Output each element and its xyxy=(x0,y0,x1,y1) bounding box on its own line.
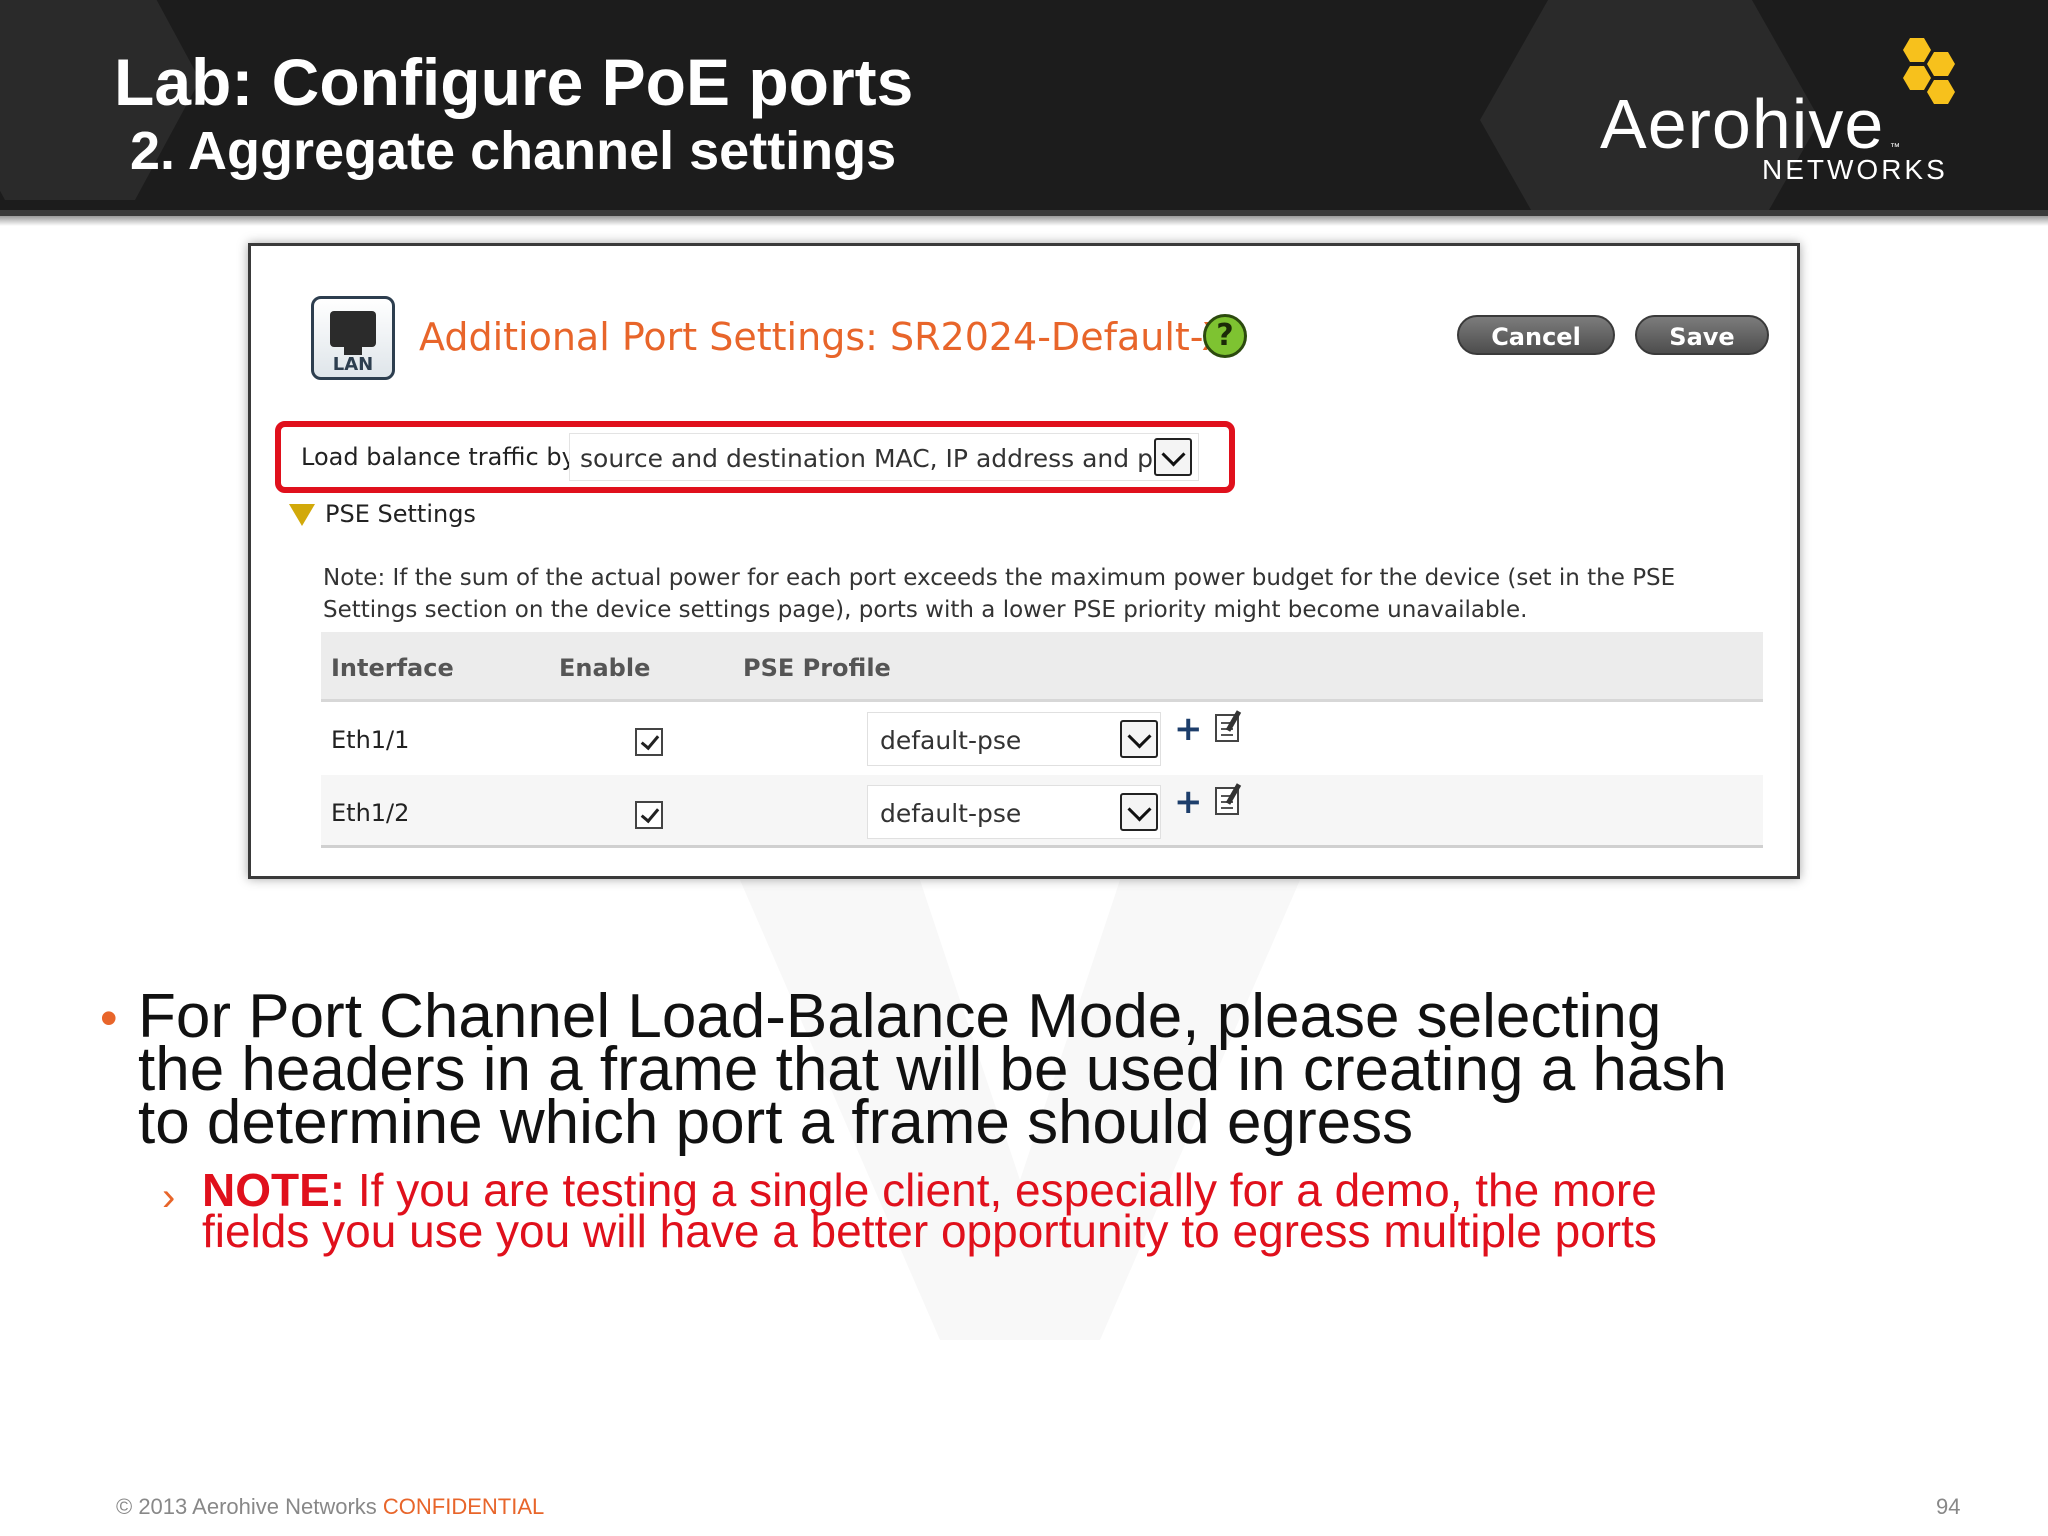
expand-triangle-icon[interactable] xyxy=(289,504,315,526)
aerohive-logo: Aerohive ™ NETWORKS xyxy=(1590,36,2010,196)
pse-table: Interface Enable PSE Profile Eth1/1 defa… xyxy=(321,632,1763,848)
bullet-marker: • xyxy=(100,990,118,1046)
table-header: Interface Enable PSE Profile xyxy=(321,632,1763,702)
load-balance-label: Load balance traffic by xyxy=(301,443,576,471)
column-header-pse-profile: PSE Profile xyxy=(743,654,891,682)
copyright-text: © 2013 Aerohive Networks xyxy=(116,1494,383,1519)
add-icon[interactable]: + xyxy=(1174,785,1203,819)
enable-checkbox[interactable] xyxy=(635,801,663,829)
note-text: If you are testing a single client, espe… xyxy=(202,1164,1657,1257)
pse-profile-select[interactable]: default-pse xyxy=(867,785,1161,839)
enable-checkbox[interactable] xyxy=(635,728,663,756)
help-icon[interactable]: ? xyxy=(1203,314,1247,358)
pse-profile-value: default-pse xyxy=(880,726,1022,755)
table-row: Eth1/1 default-pse + xyxy=(321,702,1763,775)
load-balance-value: source and destination MAC, IP address a… xyxy=(580,444,1153,473)
load-balance-highlight: Load balance traffic by source and desti… xyxy=(275,421,1235,493)
page-heading: Additional Port Settings: SR2024-Default… xyxy=(419,315,1228,359)
edit-icon[interactable] xyxy=(1215,787,1239,815)
edit-icon[interactable] xyxy=(1215,714,1239,742)
pse-profile-select[interactable]: default-pse xyxy=(867,712,1161,766)
chevron-down-icon[interactable] xyxy=(1120,793,1158,831)
column-header-interface: Interface xyxy=(331,654,454,682)
interface-cell: Eth1/2 xyxy=(331,799,410,827)
slide-title: Lab: Configure PoE ports xyxy=(114,45,914,119)
pse-settings-title[interactable]: PSE Settings xyxy=(325,500,476,528)
lan-icon-label: LAN xyxy=(332,354,374,375)
logo-trademark: ™ xyxy=(1890,142,1900,153)
column-header-enable: Enable xyxy=(559,654,651,682)
bullet-text: For Port Channel Load-Balance Mode, plea… xyxy=(138,982,1727,1157)
logo-wordmark: Aerohive xyxy=(1600,85,1885,163)
slide-header: Lab: Configure PoE ports 2. Aggregate ch… xyxy=(0,0,2048,216)
table-row: Eth1/2 default-pse + xyxy=(321,775,1763,848)
interface-cell: Eth1/1 xyxy=(331,726,410,754)
confidential-label: CONFIDENTIAL xyxy=(382,1494,545,1519)
ethernet-jack-icon xyxy=(330,311,376,355)
cancel-button[interactable]: Cancel xyxy=(1457,315,1615,355)
load-balance-select[interactable]: source and destination MAC, IP address a… xyxy=(569,433,1199,481)
honeycomb-logo-icon xyxy=(1903,38,1955,104)
lan-port-icon: LAN xyxy=(311,296,395,380)
save-button[interactable]: Save xyxy=(1635,315,1769,355)
sub-bullet-marker: › xyxy=(162,1175,176,1219)
port-settings-screenshot: LAN Additional Port Settings: SR2024-Def… xyxy=(248,243,1800,879)
chevron-down-icon[interactable] xyxy=(1120,720,1158,758)
pse-note: Note: If the sum of the actual power for… xyxy=(323,565,1676,623)
slide-subtitle: 2. Aggregate channel settings xyxy=(130,121,897,181)
pse-profile-value: default-pse xyxy=(880,799,1022,828)
chevron-down-icon[interactable] xyxy=(1154,438,1192,476)
add-icon[interactable]: + xyxy=(1174,712,1203,746)
note-bullet: NOTE: If you are testing a single client… xyxy=(202,1167,1702,1254)
header-shadow xyxy=(0,216,2048,226)
footer-copyright: © 2013 Aerohive Networks CONFIDENTIAL xyxy=(116,1494,544,1520)
page-number: 94 xyxy=(1936,1494,1961,1519)
logo-subtitle: NETWORKS xyxy=(1762,154,1948,185)
